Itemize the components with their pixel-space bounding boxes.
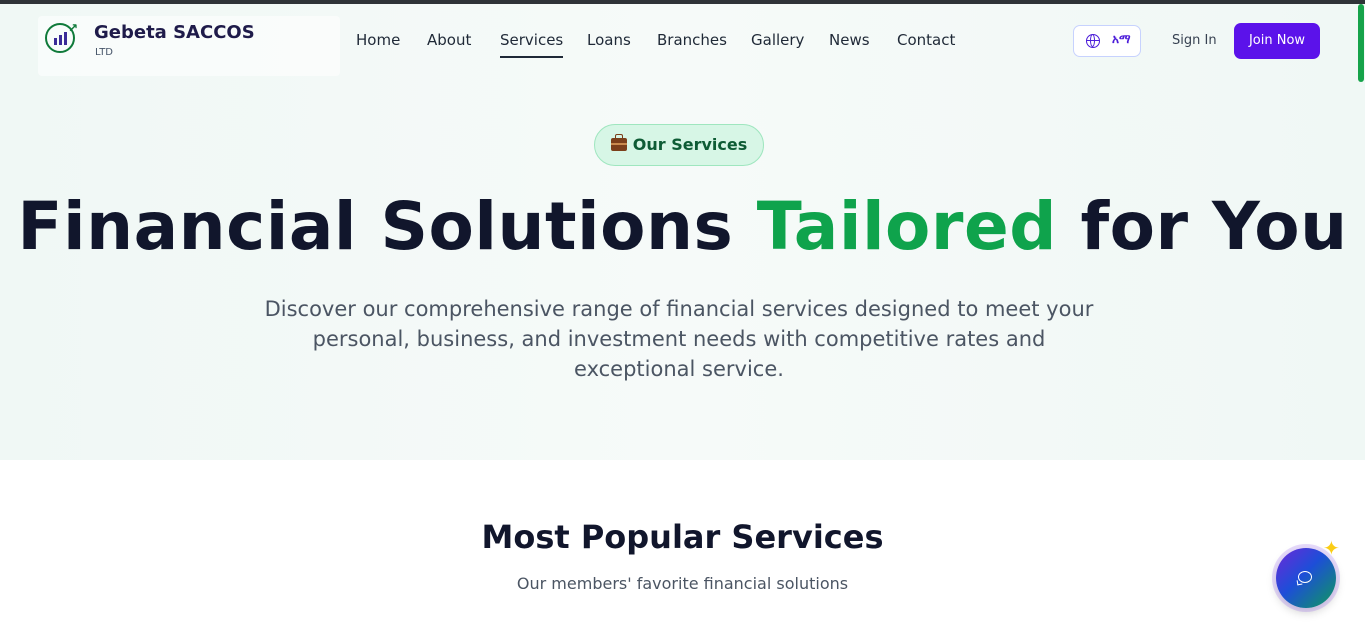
hero-title-part2: for You — [1056, 188, 1348, 265]
briefcase-icon — [610, 134, 627, 151]
popular-services-title: Most Popular Services — [481, 518, 884, 556]
hero-title: Financial Solutions Tailored for You — [0, 188, 1365, 265]
hero-description: Discover our comprehensive range of fina… — [264, 297, 1094, 381]
join-now-button[interactable]: Join Now — [1234, 23, 1320, 59]
popular-services-subtitle: Our members' favorite financial solution… — [516, 574, 849, 593]
services-badge: Our Services — [594, 124, 764, 166]
services-badge-label: Our Services — [632, 135, 748, 154]
brand-logo-link[interactable]: ↗ Gebeta SACCOS LTD — [38, 16, 340, 76]
nav-news[interactable]: News — [829, 31, 870, 49]
site-header: ↗ Gebeta SACCOS LTD Home About Services … — [0, 4, 1365, 78]
hero-title-accent: Tailored — [756, 188, 1057, 265]
chat-bubble-icon — [1298, 571, 1312, 583]
language-switcher-button[interactable]: አማ — [1073, 25, 1141, 57]
growth-chart-logo-icon: ↗ — [45, 21, 78, 53]
scrollbar-thumb[interactable] — [1358, 4, 1364, 82]
sparkle-icon: ✦ — [1323, 536, 1340, 560]
nav-loans[interactable]: Loans — [587, 31, 631, 49]
globe-icon — [1086, 34, 1100, 48]
hero-title-part1: Financial Solutions — [17, 188, 757, 265]
brand-subtitle: LTD — [95, 47, 114, 58]
nav-gallery[interactable]: Gallery — [751, 31, 804, 49]
brand-name: Gebeta SACCOS — [94, 22, 255, 43]
sign-in-link[interactable]: Sign In — [1172, 33, 1217, 48]
nav-contact[interactable]: Contact — [897, 31, 955, 49]
language-label: አማ — [1112, 32, 1131, 46]
nav-services[interactable]: Services — [500, 31, 564, 58]
nav-branches[interactable]: Branches — [657, 31, 727, 49]
nav-about[interactable]: About — [427, 31, 471, 49]
nav-home[interactable]: Home — [356, 31, 400, 49]
